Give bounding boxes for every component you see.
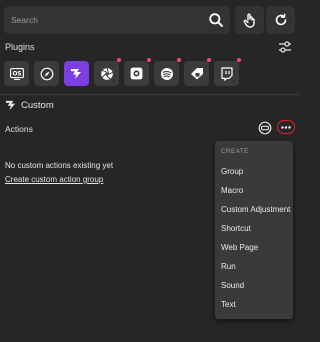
menu-item-macro[interactable]: Macro (221, 186, 243, 195)
create-menu: CREATE Group Macro Custom Adjustment Sho… (215, 141, 293, 319)
search-icon[interactable] (208, 12, 224, 28)
plugin-tag[interactable] (184, 58, 211, 86)
plugins-title: Plugins (5, 42, 35, 52)
twitch-icon (221, 66, 233, 81)
notification-dot (147, 58, 151, 62)
os-icon: OS (9, 67, 24, 80)
notification-dot (117, 58, 121, 62)
notification-dot (237, 58, 241, 62)
spotify-icon (160, 67, 173, 80)
os-label: OS (12, 71, 21, 77)
more-options-button[interactable] (277, 120, 295, 134)
plugin-os[interactable]: OS (4, 61, 29, 86)
aperture-icon (100, 67, 113, 80)
refresh-icon (275, 13, 286, 26)
menu-item-text[interactable]: Text (221, 300, 236, 309)
camera-square-icon (130, 67, 143, 80)
plugin-camera[interactable] (124, 58, 151, 86)
notification-dot (177, 58, 181, 62)
custom-bolt-icon (5, 100, 16, 111)
empty-state-text: No custom actions existing yet (5, 161, 114, 170)
plugin-custom[interactable] (64, 61, 89, 86)
remove-button[interactable] (258, 121, 272, 135)
sliders-icon[interactable] (278, 41, 292, 53)
search-bar[interactable]: Search (4, 6, 230, 34)
custom-title: Custom (21, 100, 54, 111)
notification-dot (207, 58, 211, 62)
more-dots-icon (281, 125, 291, 129)
hand-pointer-icon (243, 13, 255, 28)
plugin-compass[interactable] (34, 61, 59, 86)
custom-bolt-icon (71, 69, 81, 79)
menu-header: CREATE (221, 148, 249, 155)
menu-item-custom-adjustment[interactable]: Custom Adjustment (221, 205, 290, 214)
create-action-group-link[interactable]: Create custom action group (5, 175, 103, 184)
compass-icon (40, 67, 53, 80)
plugin-twitch[interactable] (214, 58, 241, 86)
refresh-button[interactable] (266, 6, 295, 34)
menu-item-sound[interactable]: Sound (221, 281, 244, 290)
hand-button[interactable] (235, 6, 264, 34)
menu-item-run[interactable]: Run (221, 262, 236, 271)
menu-item-shortcut[interactable]: Shortcut (221, 224, 251, 233)
search-input[interactable]: Search (11, 15, 208, 25)
actions-title: Actions (5, 124, 33, 134)
menu-item-web-page[interactable]: Web Page (221, 243, 258, 252)
section-divider (0, 94, 300, 95)
tag-icon (190, 68, 203, 80)
plugin-aperture[interactable] (94, 58, 121, 86)
plugin-spotify[interactable] (154, 58, 181, 86)
menu-item-group[interactable]: Group (221, 167, 243, 176)
